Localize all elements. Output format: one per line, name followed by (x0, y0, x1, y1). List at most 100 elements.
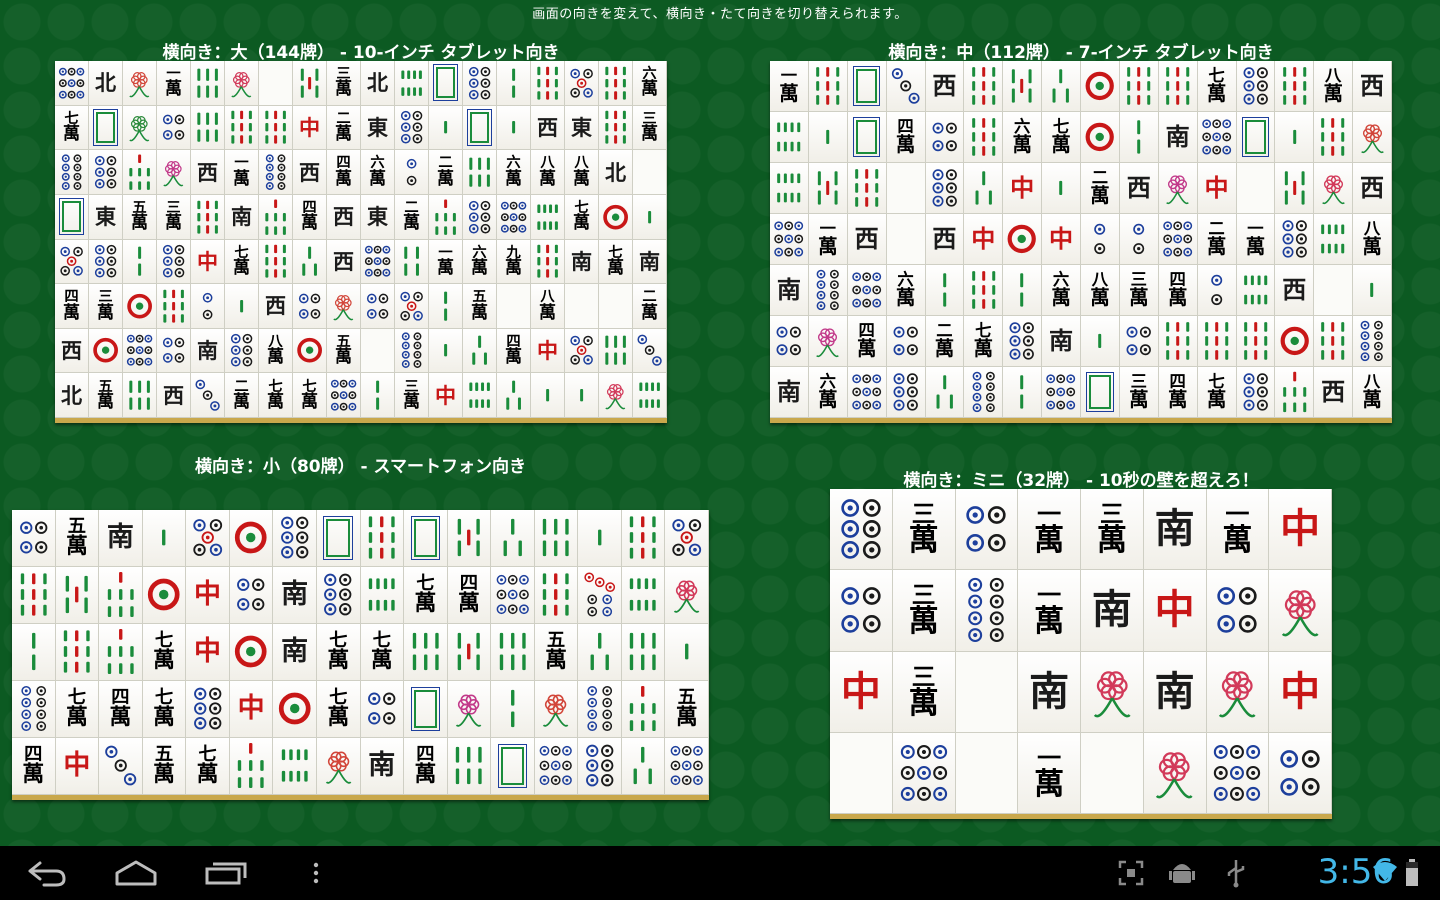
man-2-tile[interactable]: 二萬 (327, 105, 361, 151)
dragon-白-tile[interactable] (55, 194, 89, 240)
sou-8-tile[interactable] (395, 61, 429, 106)
dragon-中-tile[interactable]: 中 (1269, 651, 1332, 733)
flower-菊-tile[interactable] (1353, 112, 1392, 163)
man-4-tile[interactable]: 四萬 (55, 284, 89, 329)
dragon-中-tile[interactable]: 中 (1143, 570, 1207, 652)
man-3-tile[interactable]: 三萬 (1081, 489, 1144, 571)
sou-6-tile[interactable] (491, 624, 535, 681)
wind-北-tile[interactable]: 北 (599, 150, 633, 195)
sou-1-tile[interactable] (565, 373, 599, 418)
sou-9-tile[interactable] (808, 61, 848, 112)
sou-1-tile[interactable] (578, 510, 622, 567)
sou-3-tile[interactable] (578, 624, 622, 681)
sou-6-tile[interactable] (191, 61, 225, 106)
man-4-tile[interactable]: 四萬 (327, 150, 361, 195)
pin-4-tile[interactable] (955, 489, 1019, 571)
pin-9-tile[interactable] (770, 214, 809, 265)
wind-南-tile[interactable]: 南 (770, 265, 809, 316)
man-4-tile[interactable]: 四萬 (1158, 265, 1198, 316)
pin-6-tile[interactable] (316, 567, 361, 624)
man-7-tile[interactable]: 七萬 (565, 194, 599, 240)
sou-5-tile[interactable] (293, 61, 327, 106)
man-2-tile[interactable]: 二萬 (429, 150, 463, 195)
man-4-tile[interactable]: 四萬 (886, 112, 926, 163)
man-7-tile[interactable]: 七萬 (964, 316, 1004, 367)
pin-8-tile[interactable] (259, 150, 293, 195)
sou-6-tile[interactable] (599, 328, 633, 374)
pin-9-tile[interactable] (327, 373, 361, 418)
overflow-menu-button[interactable] (286, 856, 346, 890)
pin-1-tile[interactable] (123, 284, 157, 329)
pin-6-tile[interactable] (1236, 61, 1276, 112)
pin-1-tile[interactable] (1003, 214, 1043, 265)
flower-梅-tile[interactable] (225, 61, 259, 106)
sou-9-tile[interactable] (964, 265, 1004, 316)
pin-8-tile[interactable] (12, 681, 56, 738)
sou-8-tile[interactable] (621, 567, 666, 624)
man-6-tile[interactable]: 六萬 (633, 61, 667, 106)
sou-2-tile[interactable] (925, 265, 965, 316)
pin-4-tile[interactable] (830, 570, 893, 652)
dragon-白-tile[interactable] (316, 510, 361, 567)
sou-9-tile[interactable] (964, 61, 1004, 112)
pin-4-tile[interactable] (12, 510, 56, 567)
sou-3-tile[interactable] (964, 163, 1004, 214)
sou-9-tile[interactable] (1275, 61, 1315, 112)
wind-東-tile[interactable]: 東 (89, 194, 123, 240)
man-1-tile[interactable]: 一萬 (157, 61, 191, 106)
man-5-tile[interactable]: 五萬 (55, 510, 100, 567)
dragon-白-tile[interactable] (89, 105, 123, 151)
man-5-tile[interactable]: 五萬 (142, 738, 187, 795)
wind-西-tile[interactable]: 西 (1314, 367, 1354, 418)
pin-4-tile[interactable] (360, 681, 405, 738)
flower-菊-tile[interactable] (316, 738, 361, 795)
wind-東-tile[interactable]: 東 (361, 194, 395, 240)
sou-2-tile[interactable] (491, 681, 535, 738)
dragon-中-tile[interactable]: 中 (1269, 489, 1332, 571)
back-button[interactable] (16, 856, 76, 890)
pin-1-tile[interactable] (229, 624, 274, 681)
sou-3-tile[interactable] (621, 738, 666, 795)
sou-8-tile[interactable] (531, 194, 565, 240)
pin-6-tile[interactable] (273, 510, 317, 567)
pin-9-tile[interactable] (123, 328, 157, 374)
man-4-tile[interactable]: 四萬 (12, 738, 56, 795)
sou-8-tile[interactable] (463, 373, 497, 418)
wind-西-tile[interactable]: 西 (259, 284, 293, 329)
man-3-tile[interactable]: 三萬 (633, 105, 667, 151)
recent-apps-button[interactable] (196, 856, 256, 890)
sou-5-tile[interactable] (1275, 163, 1315, 214)
sou-1-tile[interactable] (1353, 265, 1392, 316)
sou-8-tile[interactable] (770, 163, 809, 214)
sou-9-tile[interactable] (157, 284, 191, 329)
wind-西-tile[interactable]: 西 (1353, 61, 1392, 112)
sou-6-tile[interactable] (534, 510, 579, 567)
pin-4-tile[interactable] (229, 567, 274, 624)
man-6-tile[interactable]: 六萬 (1003, 112, 1043, 163)
pin-4-tile[interactable] (361, 284, 395, 329)
pin-6-tile[interactable] (1003, 316, 1043, 367)
sou-1-tile[interactable] (497, 105, 531, 151)
sou-9-tile[interactable] (621, 510, 666, 567)
sou-2-tile[interactable] (12, 624, 56, 681)
man-4-tile[interactable]: 四萬 (447, 567, 492, 624)
pin-4-tile[interactable] (886, 316, 926, 367)
pin-2-tile[interactable] (1119, 214, 1159, 265)
pin-8-tile[interactable] (964, 367, 1004, 418)
dragon-中-tile[interactable]: 中 (55, 738, 100, 795)
pin-1-tile[interactable] (1081, 112, 1120, 163)
pin-3-tile[interactable] (886, 61, 926, 112)
sou-8-tile[interactable] (360, 567, 405, 624)
sou-6-tile[interactable] (404, 624, 448, 681)
man-4-tile[interactable]: 四萬 (847, 316, 887, 367)
pin-2-tile[interactable] (395, 150, 429, 195)
sou-5-tile[interactable] (808, 163, 848, 214)
sou-9-tile[interactable] (847, 163, 887, 214)
pin-5-tile[interactable] (395, 284, 429, 329)
wind-西-tile[interactable]: 西 (1275, 265, 1315, 316)
pin-2-tile[interactable] (1197, 265, 1237, 316)
pin-8-tile[interactable] (395, 328, 429, 374)
sou-9-tile[interactable] (534, 567, 579, 624)
man-3-tile[interactable]: 三萬 (1119, 367, 1159, 418)
pin-9-tile[interactable] (497, 194, 531, 240)
